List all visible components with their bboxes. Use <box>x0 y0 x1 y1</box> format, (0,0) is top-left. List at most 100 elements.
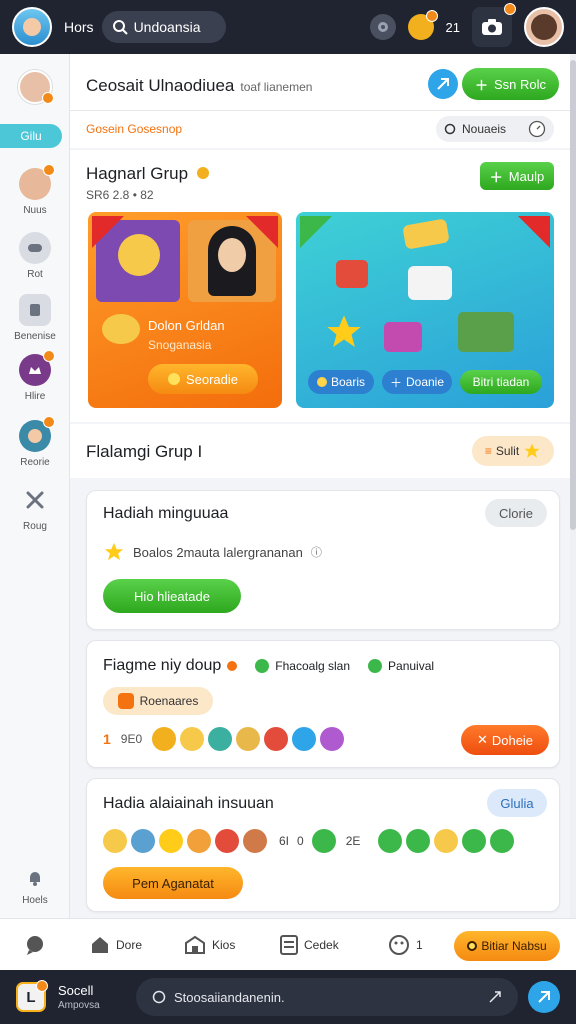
check-icon <box>368 659 383 673</box>
clock-icon <box>528 120 546 138</box>
ceder-tab[interactable]: Cedek <box>280 934 339 955</box>
count-b: 0 <box>297 834 304 848</box>
toggle-circle-icon <box>444 123 456 135</box>
check-icon <box>311 829 336 853</box>
search-input[interactable]: Undoansia <box>101 11 226 43</box>
status-dot-icon <box>227 661 238 671</box>
coin-icon[interactable] <box>407 10 438 40</box>
message-input[interactable]: Stoosaiiandanenin. <box>136 978 518 1016</box>
reward-claim-button[interactable]: Hio hlieatade <box>103 579 241 613</box>
sidebar-item-label: Rot <box>27 269 43 280</box>
user-avatar[interactable] <box>12 7 52 47</box>
sidebar-item-roug[interactable]: Roug <box>0 484 70 532</box>
reward-group-button[interactable]: ✕ Doheie <box>461 725 549 755</box>
reward-insuan-button[interactable]: Pem Aganatat <box>103 867 243 899</box>
bell-icon <box>23 866 47 890</box>
tools-ribbon-icon <box>246 216 278 248</box>
gift-icon <box>117 693 134 709</box>
group-follow-button[interactable]: ＋ Maulp <box>480 162 554 190</box>
reward-insuan-tag[interactable]: Glulia <box>487 789 547 817</box>
count-mid: 9E0 <box>120 732 143 746</box>
join-button[interactable]: ＋ Ssn Rolc <box>462 68 559 100</box>
gold-bar-icon <box>402 218 450 250</box>
camera-button[interactable] <box>472 3 516 47</box>
section-header: Flalamgi Grup I ≡ Sulit <box>70 424 570 478</box>
scrollbar[interactable] <box>570 60 576 530</box>
bonus-ribbon-icon <box>518 216 550 248</box>
emoji-icon <box>103 829 127 853</box>
promo-left-button[interactable]: Seoradie <box>148 364 258 394</box>
purple-book-icon <box>384 322 422 352</box>
section-title: Flalamgi Grup I <box>86 442 203 461</box>
sidebar-item-label: Hlire <box>24 391 46 402</box>
sidebar-item-hoels[interactable]: Hoels <box>0 866 70 906</box>
card-button-bitri[interactable]: Bitri tiadan <box>460 370 542 394</box>
top-bar: Hors Undoansia 21 <box>0 0 576 54</box>
emoji-icon <box>131 829 155 853</box>
avatar-face <box>23 18 41 36</box>
camera-icon <box>482 19 502 35</box>
card-button-doanie[interactable]: ＋ Doanie <box>382 370 452 394</box>
home-icon <box>92 936 108 953</box>
sidebar-item-label: Roug <box>23 521 47 532</box>
cta-button[interactable]: Bitiar Nabsu <box>454 931 560 961</box>
sidebar-item-nuus[interactable]: Nuus <box>0 164 70 216</box>
count-a: 6I <box>279 834 290 848</box>
channel-tag[interactable]: Gosein Gosesnop <box>86 122 182 136</box>
app-logo[interactable]: L <box>16 980 48 1012</box>
coin-icon <box>167 373 180 385</box>
close-icon: ✕ <box>476 732 488 747</box>
settings-icon[interactable] <box>369 14 396 40</box>
main-content: Ceosait Ulnaodiuea toaf lianemen ＋ Ssn Rol… <box>70 54 570 918</box>
emoji-icon <box>378 829 403 853</box>
emoji-icon <box>434 829 459 853</box>
section-badge[interactable]: ≡ Sulit <box>472 436 554 466</box>
notification-toggle[interactable]: Nouaeis <box>436 116 554 142</box>
emoji-icon <box>292 727 317 751</box>
reward-tag[interactable]: Clorie <box>485 499 547 527</box>
reward-desc: Boalos 2mauta lalergrananan ⓘ <box>103 541 322 563</box>
sidebar-item-benenise[interactable]: Benenise <box>0 294 70 342</box>
top-label: Hors <box>64 19 94 35</box>
emoji-icon <box>208 727 233 751</box>
store-icon <box>185 935 205 954</box>
card-button-boaris[interactable]: Boaris <box>308 370 374 394</box>
circle-icon <box>152 990 166 1004</box>
hot-ribbon-icon <box>92 216 124 248</box>
sidebar-item-rot[interactable]: Rot <box>0 232 70 280</box>
green-chest-icon <box>458 312 514 352</box>
chat-tab[interactable] <box>24 934 46 956</box>
emoji-icon <box>215 829 239 853</box>
sidebar-item-reorie[interactable]: Reorie <box>0 416 70 468</box>
sidebar-item-label: Benenise <box>14 331 56 342</box>
sidebar-item-label: Hoels <box>22 895 48 906</box>
kios-tab[interactable]: Kios <box>184 935 235 955</box>
reward-title: Hadiah minguuaa <box>103 505 229 522</box>
home-tab[interactable]: Dore <box>90 935 142 955</box>
promo-card-left[interactable]: Dolon Grldan Snoganasia Seoradie <box>88 212 282 408</box>
gamepad-icon <box>19 232 51 264</box>
verified-icon <box>196 167 209 179</box>
plus-icon: ＋ <box>489 169 503 185</box>
profile-avatar[interactable] <box>524 7 564 47</box>
plus-icon: ＋ <box>474 77 488 93</box>
channel-subtitle: toaf lianemen <box>240 80 313 94</box>
sidebar-item-active[interactable]: Gilu <box>0 124 62 148</box>
sidebar-avatar-icon <box>19 164 55 200</box>
star-icon <box>159 829 183 853</box>
reward-card-group: Fiagme niy doup Fhacoalg slan Panuival R… <box>86 640 560 768</box>
share-button[interactable] <box>428 69 458 99</box>
coin-icon <box>467 941 478 951</box>
counter-tab[interactable]: 1 <box>388 934 423 956</box>
sidebar-item-hlire[interactable]: Hlire <box>0 350 70 402</box>
smiley-icon <box>389 934 409 955</box>
promo-card-right[interactable]: Boaris ＋ Doanie Bitri tiadan <box>296 212 554 408</box>
sidebar-item-profile[interactable] <box>0 70 70 104</box>
reward-insuan-title: Hadia alaiainah insuuan <box>103 795 274 812</box>
channel-header: Ceosait Ulnaodiuea toaf lianemen ＋ Ssn Rol… <box>70 54 570 148</box>
reward-card-weekly: Hadiah minguuaa Clorie Boalos 2mauta lal… <box>86 490 560 630</box>
emoji-icon <box>243 829 267 853</box>
list-icon <box>280 934 298 955</box>
send-button[interactable] <box>528 981 560 1013</box>
reward-chip[interactable]: Roenaares <box>103 687 213 715</box>
